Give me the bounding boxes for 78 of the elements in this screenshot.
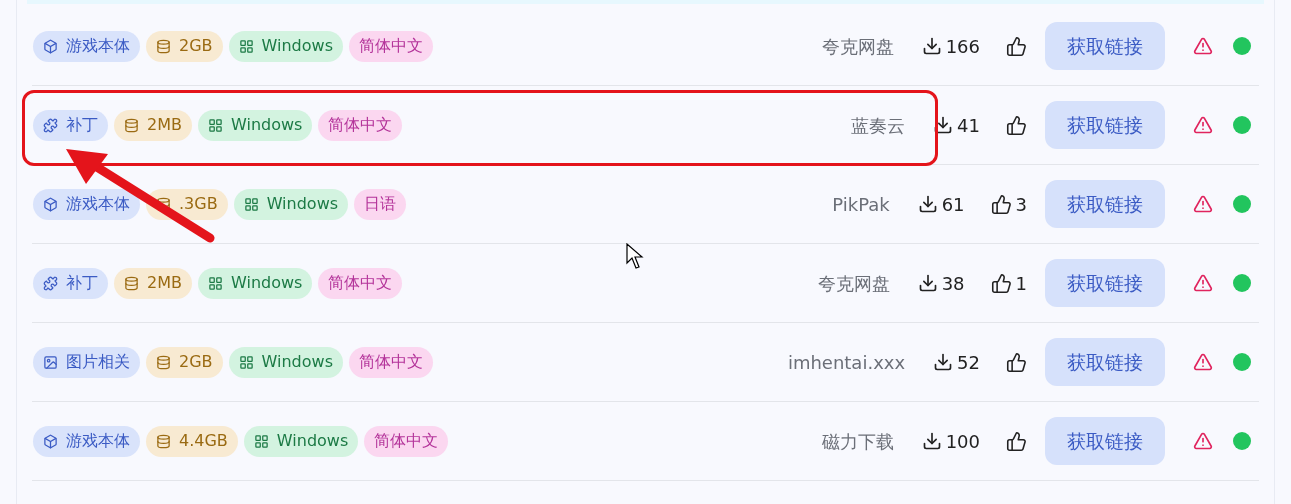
tag: 2GB <box>146 30 223 62</box>
database-icon <box>156 38 171 54</box>
cursor-icon <box>626 243 645 271</box>
tag: 2GB <box>146 346 223 378</box>
tag: 4.4GB <box>146 425 238 457</box>
tag: 2MB <box>114 267 192 299</box>
grid-icon <box>238 38 254 54</box>
like-count: 3 <box>1015 192 1027 217</box>
source-name: 夸克网盘 <box>821 34 894 59</box>
tag: 简体中文 <box>349 30 433 62</box>
puzzle-icon <box>43 117 58 133</box>
download-icon <box>917 273 938 293</box>
download-icon <box>921 36 942 56</box>
grid-icon <box>238 354 254 370</box>
cube-icon <box>43 196 58 212</box>
thumbs-up-icon[interactable] <box>990 193 1012 215</box>
cube-icon <box>43 433 58 449</box>
grid-icon <box>253 433 269 449</box>
thumbs-up-icon[interactable] <box>1006 35 1027 57</box>
tag: 2MB <box>114 109 192 141</box>
download-count: 41 <box>957 113 980 138</box>
database-icon <box>156 354 171 370</box>
tag: 日语 <box>354 188 407 220</box>
warning-icon[interactable] <box>1193 273 1213 293</box>
thumbs-up-icon[interactable] <box>990 272 1012 294</box>
warning-icon[interactable] <box>1193 194 1213 214</box>
thumbs-up-icon[interactable] <box>1006 351 1027 373</box>
database-icon <box>124 275 139 291</box>
tag: Windows <box>233 188 349 220</box>
download-icon <box>933 352 954 372</box>
cube-icon <box>43 38 58 54</box>
tag: 游戏本体 <box>33 188 140 220</box>
tag: 简体中文 <box>349 346 433 378</box>
puzzle-icon <box>43 275 58 291</box>
download-count: 38 <box>941 271 965 296</box>
download-count: 52 <box>957 350 980 375</box>
get-link-button[interactable]: 获取链接 <box>1045 338 1165 386</box>
source-name: 磁力下载 <box>821 429 894 454</box>
source-name: 蓝奏云 <box>851 113 906 138</box>
tag: 游戏本体 <box>33 30 140 62</box>
tag: 游戏本体 <box>33 425 140 457</box>
tag: 简体中文 <box>318 267 403 299</box>
get-link-button[interactable]: 获取链接 <box>1045 22 1165 70</box>
get-link-button[interactable]: 获取链接 <box>1045 417 1165 465</box>
download-count: 61 <box>941 192 965 217</box>
get-link-button[interactable]: 获取链接 <box>1045 180 1165 228</box>
grid-icon <box>207 275 223 291</box>
warning-icon[interactable] <box>1193 431 1213 451</box>
tag: 补丁 <box>33 267 108 299</box>
get-link-button[interactable]: 获取链接 <box>1045 259 1165 307</box>
tag: 简体中文 <box>364 425 449 457</box>
tag: Windows <box>228 30 343 62</box>
grid-icon <box>207 117 223 133</box>
thumbs-up-icon[interactable] <box>1006 430 1027 452</box>
tag: 图片相关 <box>33 346 140 378</box>
warning-icon[interactable] <box>1193 352 1213 372</box>
source-name: imhentai.xxx <box>787 350 906 375</box>
thumbs-up-icon[interactable] <box>1006 114 1027 136</box>
tag: 简体中文 <box>318 109 403 141</box>
warning-icon[interactable] <box>1193 115 1213 135</box>
tag: Windows <box>197 267 313 299</box>
grid-icon <box>243 196 259 212</box>
tag: Windows <box>228 346 343 378</box>
get-link-button[interactable]: 获取链接 <box>1045 101 1165 149</box>
like-count: 1 <box>1015 271 1027 296</box>
source-name: 夸克网盘 <box>817 271 890 296</box>
database-icon <box>156 433 171 449</box>
download-count: 166 <box>945 34 980 59</box>
warning-icon[interactable] <box>1193 36 1213 56</box>
database-icon <box>124 117 139 133</box>
tag: Windows <box>243 425 359 457</box>
tag: Windows <box>197 109 313 141</box>
tag: 补丁 <box>33 109 108 141</box>
download-icon <box>917 194 938 214</box>
download-icon <box>921 431 942 451</box>
source-name: PikPak <box>832 192 890 217</box>
image-icon <box>43 354 58 370</box>
download-count: 100 <box>945 429 980 454</box>
